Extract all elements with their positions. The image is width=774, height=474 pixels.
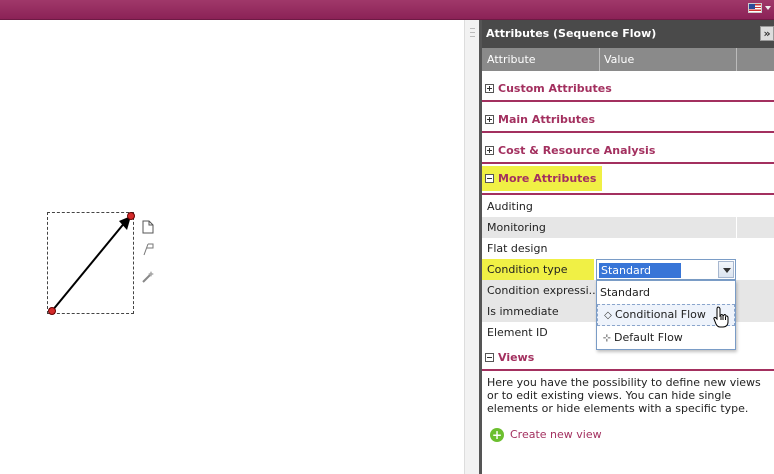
diamond-icon: ◇ <box>604 310 612 321</box>
option-label: Default Flow <box>614 331 683 344</box>
section-label: Main Attributes <box>498 113 595 126</box>
divider <box>482 162 774 164</box>
chevron-down-icon[interactable] <box>718 261 734 278</box>
attr-label: Auditing <box>487 200 533 213</box>
section-label: Cost & Resource Analysis <box>498 144 656 157</box>
splitter-grip-icon[interactable] <box>470 28 475 37</box>
attr-label: Monitoring <box>487 221 546 234</box>
collapse-panel-button[interactable]: » <box>760 26 774 41</box>
panel-splitter[interactable] <box>464 20 479 474</box>
attr-label: Element ID <box>487 326 548 339</box>
selected-value: Standard <box>599 263 681 278</box>
attr-row-auditing[interactable]: Auditing <box>482 196 774 217</box>
option-default-flow[interactable]: ⊹ Default Flow <box>597 327 735 349</box>
attr-row-flat-design[interactable]: Flat design <box>482 238 774 259</box>
end-handle <box>127 212 135 220</box>
language-caret-icon[interactable] <box>765 6 771 10</box>
condition-type-select[interactable]: Standard <box>596 259 736 280</box>
create-view-label: Create new view <box>510 428 602 441</box>
collapse-icon[interactable] <box>485 174 494 183</box>
add-icon: + <box>490 428 504 442</box>
divider <box>482 100 774 102</box>
section-main-attributes[interactable]: Main Attributes <box>482 109 774 131</box>
attr-row-monitoring[interactable]: Monitoring <box>482 217 774 238</box>
hand-cursor-icon <box>713 306 729 328</box>
top-bar <box>0 0 774 20</box>
attr-label: Condition expressi... <box>487 284 600 297</box>
expand-icon[interactable] <box>485 115 494 124</box>
wand-icon[interactable] <box>141 270 155 284</box>
attr-label: Flat design <box>487 242 548 255</box>
start-handle <box>48 307 56 315</box>
expand-icon[interactable] <box>485 84 494 93</box>
language-flag-icon[interactable] <box>748 3 762 13</box>
column-header: Attribute Value <box>482 48 774 71</box>
views-description: Here you have the possibility to define … <box>487 376 761 415</box>
value-column-header[interactable]: Value <box>604 48 634 71</box>
default-flow-icon: ⊹ <box>602 333 612 344</box>
section-cost-resource[interactable]: Cost & Resource Analysis <box>482 140 774 162</box>
attr-label: Condition type <box>487 263 568 276</box>
attribute-column-header[interactable]: Attribute <box>487 48 536 71</box>
divider <box>482 193 774 195</box>
attributes-panel: Attributes (Sequence Flow) » Attribute V… <box>482 20 774 474</box>
divider <box>482 131 774 133</box>
collapse-icon[interactable] <box>485 353 494 362</box>
section-views[interactable]: Views <box>482 347 774 369</box>
section-custom-attributes[interactable]: Custom Attributes <box>482 78 774 100</box>
flag-icon[interactable] <box>142 242 154 256</box>
section-label: Views <box>498 351 535 364</box>
divider <box>482 369 774 371</box>
attr-label: Is immediate <box>487 305 559 318</box>
expand-icon[interactable] <box>485 146 494 155</box>
option-standard[interactable]: Standard <box>597 282 735 304</box>
option-label: Standard <box>600 286 651 299</box>
section-label: Custom Attributes <box>498 82 612 95</box>
panel-header: Attributes (Sequence Flow) » <box>482 20 774 48</box>
option-label: Conditional Flow <box>615 308 706 321</box>
create-new-view-link[interactable]: + Create new view <box>490 427 602 443</box>
section-label: More Attributes <box>498 172 597 185</box>
sequence-flow-edge[interactable] <box>40 205 140 320</box>
panel-title: Attributes (Sequence Flow) <box>486 27 657 40</box>
document-icon[interactable] <box>142 220 154 234</box>
section-more-attributes[interactable]: More Attributes <box>482 166 602 191</box>
